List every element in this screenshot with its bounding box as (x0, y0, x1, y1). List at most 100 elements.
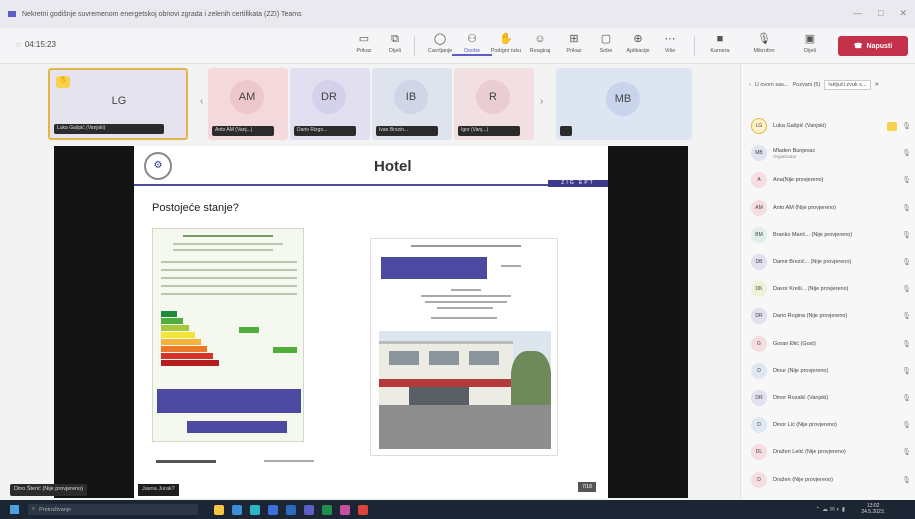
leave-button[interactable]: ☎ Napusti (838, 36, 908, 56)
participant-row[interactable]: BM Branko Marić... (Nije provjereno) 🎙 (751, 225, 911, 245)
system-tray[interactable]: ⌃ ☁ ✉ ◐ ▮ (815, 506, 845, 513)
window-titlebar: Nekretni godišnje suvremenom energetskoj… (0, 0, 915, 28)
panel-title[interactable]: U ovom sas... (755, 82, 789, 88)
participant-row[interactable]: D Dražen (Nije provjereno) 🎙 (751, 470, 911, 490)
more-button[interactable]: ⋯ Više (650, 32, 690, 54)
teams-icon[interactable] (304, 505, 314, 515)
raise-hand-icon (887, 121, 897, 131)
avatar: LG (751, 118, 767, 134)
participant-name-text: Luka Gašpić (Vanjski) (773, 123, 827, 129)
participant-row[interactable]: DR Dario Rogina (Nije provjereno) 🎙 (751, 306, 911, 326)
close-icon[interactable]: ✕ (899, 8, 907, 19)
panel-tab[interactable]: Pozvani (5) (792, 82, 820, 88)
doc-line (161, 261, 297, 263)
doc-line (173, 249, 273, 251)
video-tile[interactable]: AM Anto AM (Vanj...) (208, 68, 288, 140)
windows-start-icon[interactable] (10, 505, 19, 514)
participant-name-text: Dinor Lić (Nije provjereno) (773, 422, 837, 429)
doc-line (501, 265, 521, 267)
mic-button[interactable]: 🎙 Mikrofon (744, 32, 784, 54)
toolbar-divider (694, 36, 695, 56)
mic-muted-icon: 🎙 (902, 449, 911, 457)
mute-all-button[interactable]: Isključi zvuk s... (824, 80, 871, 90)
avatar: MB (751, 145, 767, 162)
participant-row[interactable]: DR Dinor Rozalić (Vanjski) 🎙 (751, 388, 911, 408)
participant-row[interactable]: AM Anto AM (Nije provjereno) 🎙 (751, 198, 911, 218)
edge-icon[interactable] (232, 505, 242, 515)
photo-entrance (409, 387, 469, 405)
powerpoint-icon[interactable] (358, 505, 368, 515)
doc-line (161, 293, 297, 295)
participant-row[interactable]: MB Mladen Bunjevac Organizator 🎙 (751, 143, 911, 163)
minimize-icon[interactable]: — (853, 8, 862, 19)
mic-muted-icon: 🎙 (902, 177, 911, 185)
chevron-right-icon[interactable]: › (540, 96, 543, 107)
video-tile[interactable]: DR Dario Rizgo... (290, 68, 370, 140)
camera-button[interactable]: ■ Kamera (700, 32, 740, 54)
participant-row[interactable]: DK Davor Kreši... (Nije provjereno) 🎙 (751, 279, 911, 299)
mic-muted-icon: 🎙 (902, 422, 911, 430)
participant-row[interactable]: A Ana(Nije provjereno) 🎙 (751, 170, 911, 190)
doc-line (161, 285, 297, 287)
participant-row[interactable]: LG Luka Gašpić (Vanjski) 🎙 (751, 116, 911, 136)
slide-header: ⚙ Hotel ZIG EPT (134, 146, 608, 187)
participant-name-text: Branko Marić... (Nije provjereno) (773, 231, 853, 238)
participant-name: Davor Kreši... (Nije provjereno) (773, 286, 883, 292)
chevron-left-icon[interactable]: ‹ (200, 96, 203, 107)
excel-icon[interactable] (322, 505, 332, 515)
maximize-icon[interactable]: □ (878, 8, 883, 19)
photo-window (429, 351, 459, 365)
phone-icon: ☎ (853, 43, 863, 50)
participant-row[interactable]: D Dinor Lić (Nije provjereno) 🎙 (751, 415, 911, 435)
taskbar-search[interactable]: ⌕ Pretraživanje (28, 504, 198, 515)
close-panel-icon[interactable]: ✕ (875, 82, 880, 88)
avatar: MB (606, 82, 640, 116)
video-tile[interactable]: R Igor (Vanj...) (454, 68, 534, 140)
mic-muted-icon: 🎙 (902, 340, 911, 348)
tile-name: Dario Rizgo... (294, 126, 356, 136)
video-tile[interactable]: IB Ivan Brezin... (372, 68, 452, 140)
avatar: DL (751, 444, 767, 461)
energy-class-bar (161, 353, 213, 359)
slide-footer-line (156, 460, 216, 463)
mic-muted-icon: 🎙 (902, 476, 911, 484)
energy-class-bar (161, 311, 177, 317)
doc-line (451, 289, 481, 291)
hotel-document-image (370, 238, 558, 456)
video-tile[interactable]: ✋ LG Luka Gašpić (Vanjski) (48, 68, 188, 140)
file-explorer-icon[interactable] (214, 505, 224, 515)
avatar: DK (751, 281, 767, 298)
participant-row[interactable]: D Dinur (Nije provjereno) 🎙 (751, 361, 911, 381)
shield-icon: ◌ (16, 40, 21, 49)
hotel-photo (379, 331, 551, 449)
chevron-left-icon[interactable]: ‹ (749, 82, 751, 88)
doc-line (425, 301, 507, 303)
teams-logo-icon (8, 11, 16, 17)
mic-icon: 🎙 (757, 33, 771, 45)
mic-muted-icon: 🎙 (902, 204, 911, 212)
participant-row[interactable]: G Goran Điić (Gost) 🎙 (751, 334, 911, 354)
mic-muted-icon: 🎙 (902, 367, 911, 375)
photo-awning (379, 379, 513, 387)
share-content-button[interactable]: ⧉ Dijeli (375, 32, 415, 54)
participant-name: Dražen (Nije provjereno) (773, 477, 883, 483)
slide-page-number: 7/18 (578, 482, 596, 492)
app-icon[interactable] (340, 505, 350, 515)
tile-name: Ivan Brezin... (376, 126, 438, 136)
outlook-icon[interactable] (286, 505, 296, 515)
tile-name: Anto AM (Vanj...) (212, 126, 274, 136)
caption-tag: Jasna Jurak? (138, 484, 179, 496)
share-screen-button[interactable]: ▣ Dijeli (790, 32, 830, 54)
participant-row[interactable]: DL Dražen Lelić (Nije provjereno) 🎙 (751, 442, 911, 462)
video-tile[interactable]: MB (556, 68, 692, 140)
avatar: DR (751, 308, 767, 325)
taskbar-clock[interactable]: 13:02 24.5.2023. (861, 503, 885, 515)
energy-class-bar (161, 318, 183, 324)
doc-line (161, 269, 297, 271)
doc-line (421, 295, 511, 297)
chrome-icon[interactable] (250, 505, 260, 515)
participant-row[interactable]: DB Damir Brezić... (Nije provjereno) 🎙 (751, 252, 911, 272)
word-icon[interactable] (268, 505, 278, 515)
mic-muted-icon: 🎙 (902, 286, 911, 294)
participant-strip: ✋ LG Luka Gašpić (Vanjski) ‹ AM Anto AM … (0, 64, 700, 144)
